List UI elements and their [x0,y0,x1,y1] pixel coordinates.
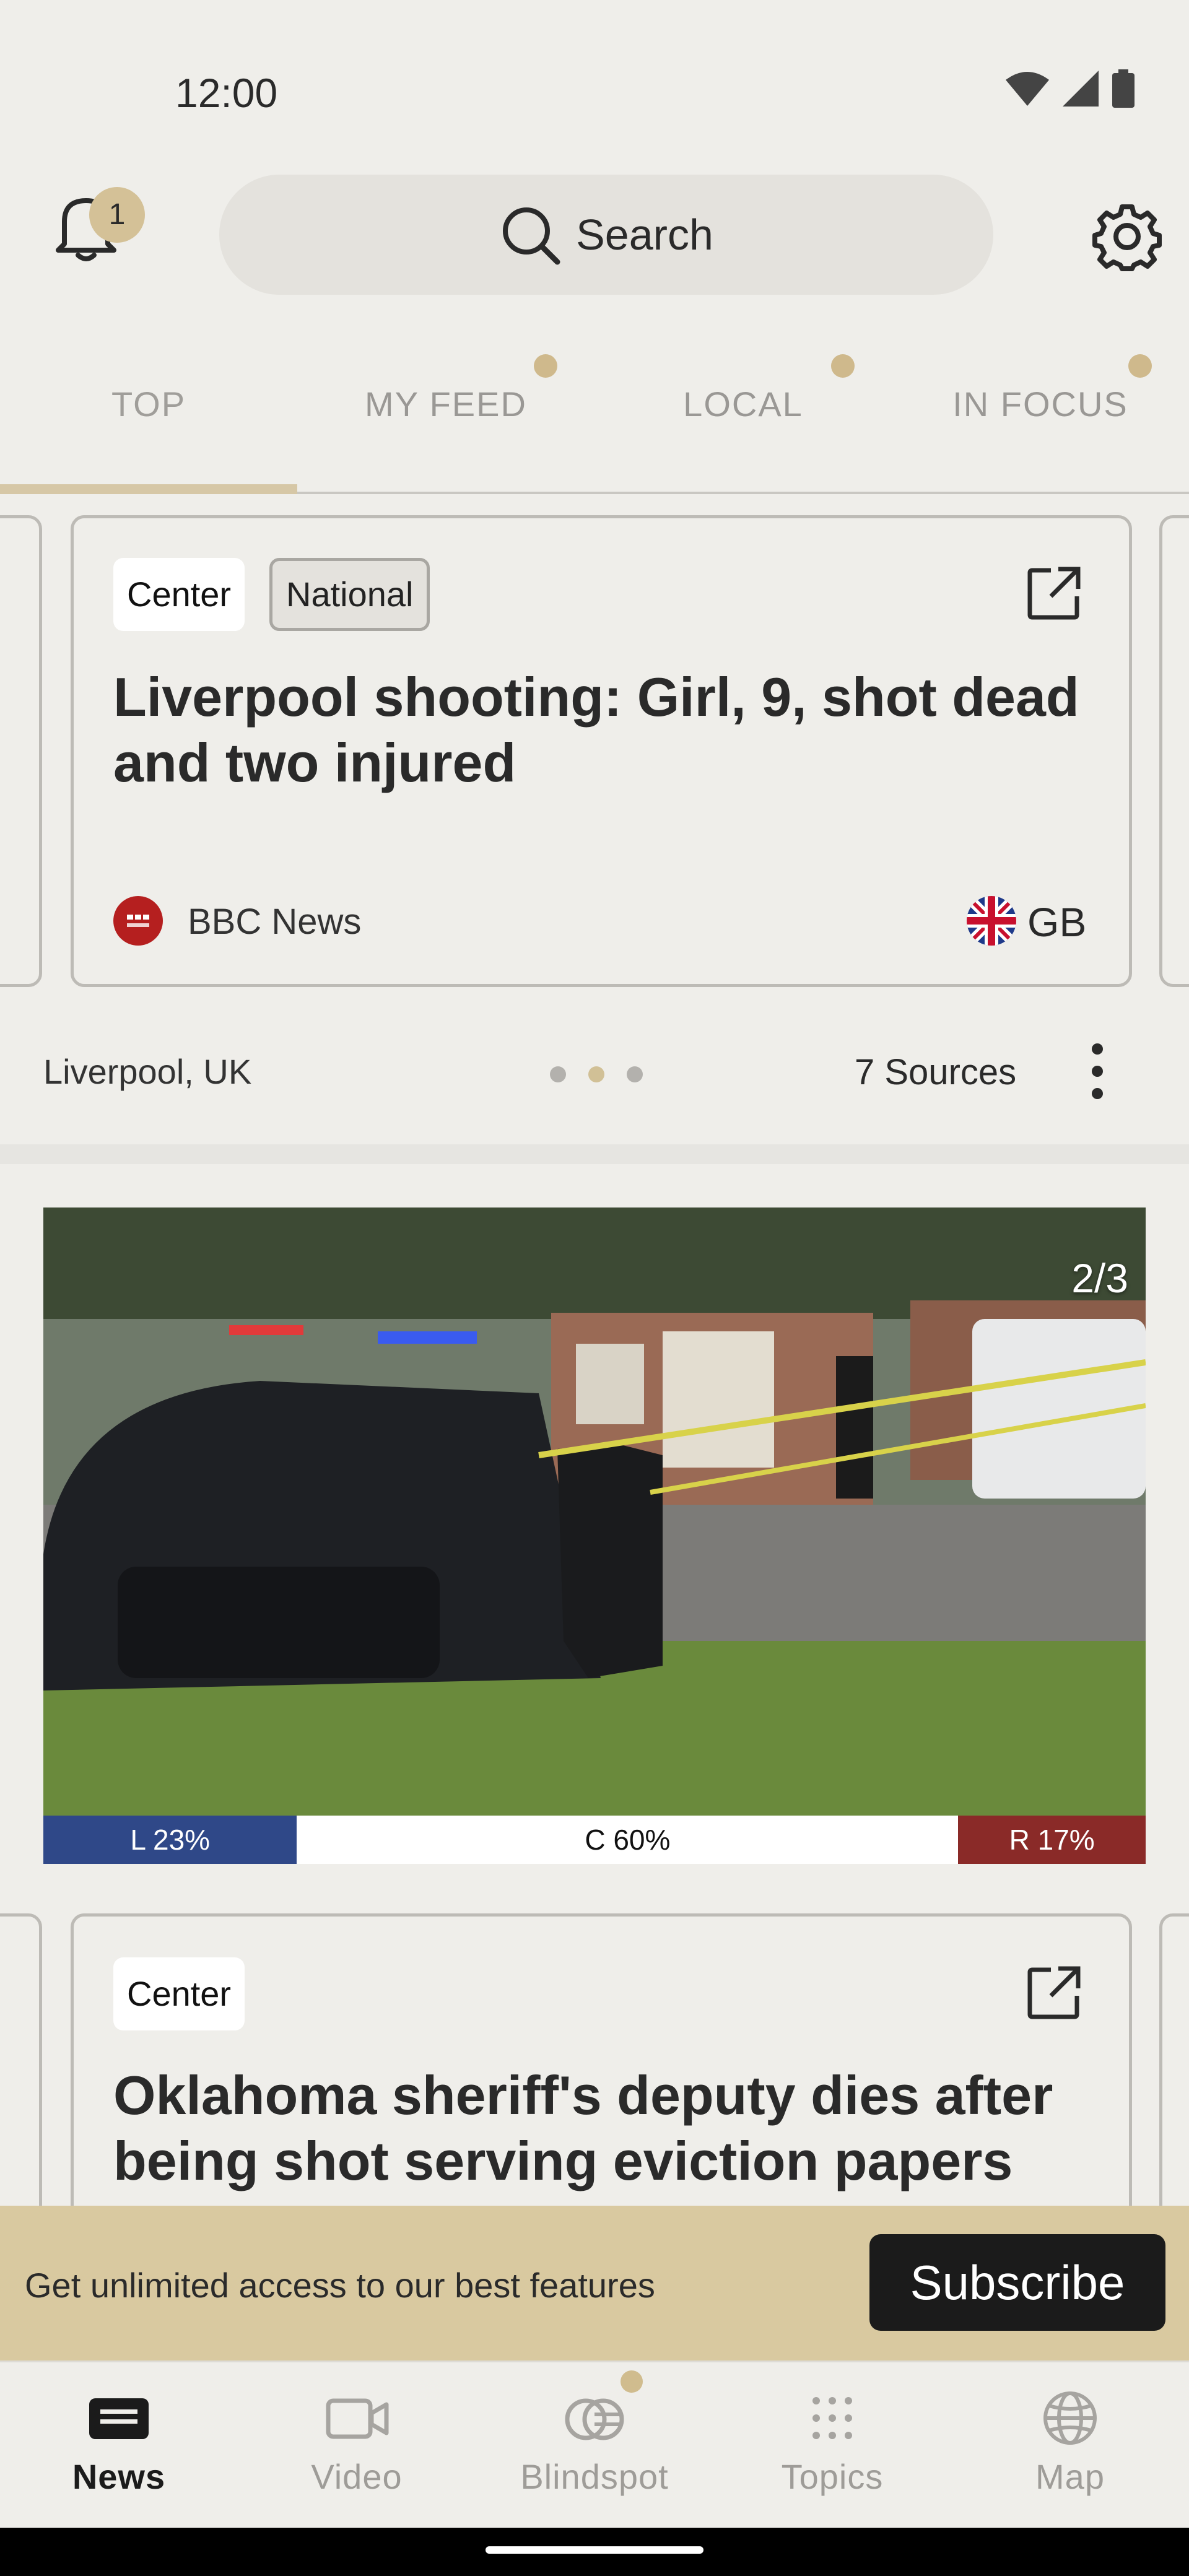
status-time: 12:00 [175,70,278,116]
nav-video[interactable]: Video [238,2387,476,2497]
cellular-signal-icon [1063,71,1099,107]
search-placeholder: Search [576,211,713,259]
story-meta-row: Liverpool, UK 7 Sources [0,1016,1189,1127]
bias-center-segment: C 60% [297,1816,959,1864]
nav-map[interactable]: Map [951,2387,1189,2497]
story-headline[interactable]: Oklahoma sheriff's deputy dies after bei… [113,2063,1104,2194]
bias-left-segment: L 23% [43,1816,297,1864]
blindspot-notification-dot [621,2370,643,2393]
carousel-dot [550,1066,566,1082]
notification-badge: 1 [89,187,145,243]
carousel-dot [627,1066,643,1082]
tab-in-focus[interactable]: IN FOCUS [892,384,1189,424]
subscribe-button[interactable]: Subscribe [869,2234,1165,2331]
topics-icon [812,2397,852,2439]
story-photo[interactable]: 2/3 [43,1208,1146,1816]
subscribe-banner: Get unlimited access to our best feature… [0,2206,1189,2361]
section-tabs: TOP MY FEED LOCAL IN FOCUS [0,322,1189,494]
next-card-peek[interactable] [1159,515,1189,987]
nav-video-label: Video [311,2457,403,2496]
search-bar[interactable]: Search [219,175,993,295]
bottom-navigation: News Video Blindspot Topics Map [0,2361,1189,2528]
globe-icon [1043,2391,1097,2445]
bias-right-segment: R 17% [958,1816,1146,1864]
video-icon [326,2398,389,2439]
home-gesture-bar[interactable] [486,2546,703,2554]
news-icon [89,2398,149,2439]
country-code: GB [1027,899,1087,945]
sources-count[interactable]: 7 Sources [855,1051,1016,1093]
tab-top[interactable]: TOP [0,384,297,424]
nav-topics-label: Topics [781,2457,884,2496]
bbc-news-logo-icon [113,896,163,946]
external-link-icon[interactable] [1026,1965,1082,2021]
story-location: Liverpool, UK [43,1052,252,1091]
nav-blindspot[interactable]: Blindspot [476,2387,713,2497]
wifi-icon [1006,72,1049,106]
previous-card-peek[interactable] [0,515,42,987]
more-options-icon[interactable] [1085,1040,1110,1102]
tab-in-focus-dot [1128,354,1152,378]
uk-flag-icon [967,896,1016,946]
banner-text: Get unlimited access to our best feature… [25,2266,655,2305]
bias-tag-center: Center [113,1957,245,2030]
carousel-dot-active [588,1066,604,1082]
section-divider [0,1144,1189,1164]
category-tag-national: National [269,558,430,631]
nav-map-label: Map [1035,2457,1105,2496]
story-card[interactable]: Center National Liverpool shooting: Girl… [71,515,1132,987]
status-bar: 12:00 [0,0,1189,161]
settings-gear-icon[interactable] [1092,202,1162,271]
carousel-dots [550,1066,643,1082]
image-counter: 2/3 [1071,1255,1128,1301]
source-name: BBC News [188,902,362,942]
tab-local[interactable]: LOCAL [594,384,892,424]
app-header: 1 Search [0,167,1189,303]
nav-news[interactable]: News [0,2387,238,2497]
external-link-icon[interactable] [1026,565,1082,621]
tab-my-feed[interactable]: MY FEED [297,384,594,424]
battery-icon [1112,69,1135,108]
bias-distribution-bar: L 23% C 60% R 17% [43,1816,1146,1864]
search-icon [503,207,560,265]
tab-local-dot [831,354,855,378]
blindspot-icon [565,2398,624,2440]
status-icons [1006,69,1135,108]
active-tab-indicator [0,484,297,494]
nav-topics[interactable]: Topics [713,2387,951,2497]
nav-blindspot-label: Blindspot [520,2457,669,2496]
police-scene-image [43,1208,1146,1816]
story-headline[interactable]: Liverpool shooting: Girl, 9, shot dead a… [113,664,1092,796]
nav-news-label: News [72,2457,166,2496]
bias-tag-center: Center [113,558,245,631]
tab-my-feed-dot [534,354,557,378]
